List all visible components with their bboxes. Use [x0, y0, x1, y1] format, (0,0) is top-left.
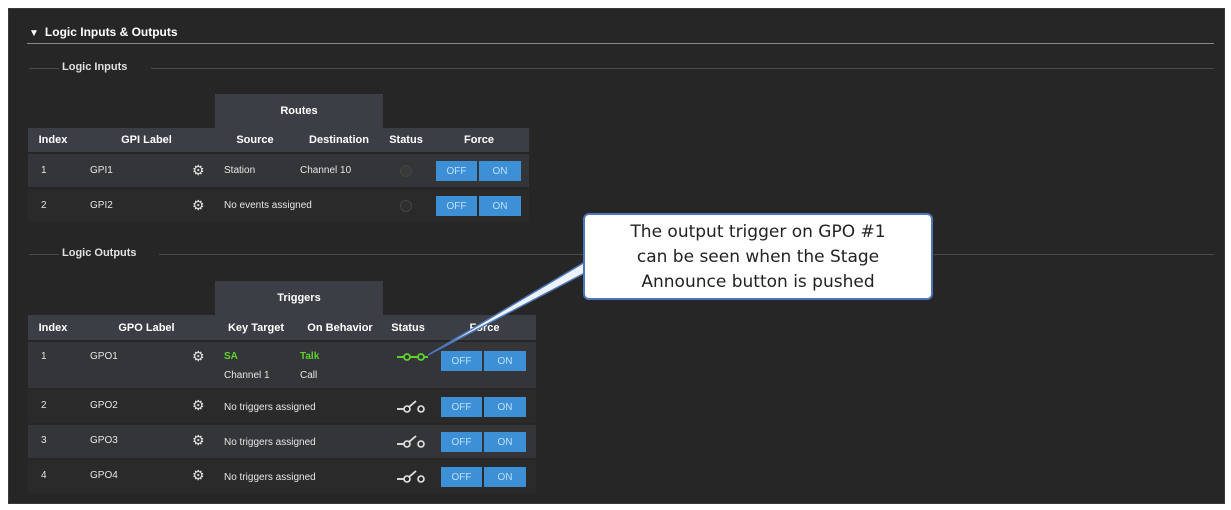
key-target: No triggers assigned: [224, 437, 316, 448]
index-header: Index: [28, 128, 78, 152]
gpi-label: GPI1: [90, 165, 113, 176]
status-led-icon: [400, 200, 412, 212]
force-off-button[interactable]: OFF: [441, 351, 482, 371]
gear-icon[interactable]: ⚙: [192, 163, 205, 177]
callout-line: The output trigger on GPO #1: [630, 222, 886, 242]
force-header: Force: [433, 315, 536, 340]
table-row: 4 GPO4 ⚙ No triggers assigned OFF ON: [28, 460, 536, 493]
status-header: Status: [383, 128, 429, 152]
section-title: Logic Inputs & Outputs: [44, 25, 178, 39]
index-header: Index: [28, 315, 78, 340]
key-target: SA: [224, 351, 238, 362]
table-row: 1 GPO1 ⚙ SA Talk Channel 1 Call OFF ON: [28, 342, 536, 388]
divider: [159, 254, 584, 255]
force-on-button[interactable]: ON: [479, 196, 521, 216]
section-header[interactable]: ▼ Logic Inputs & Outputs: [29, 22, 178, 42]
gear-icon[interactable]: ⚙: [192, 198, 205, 212]
row-index: 4: [41, 470, 47, 481]
key-target: No triggers assigned: [224, 402, 316, 413]
status-led-icon: [400, 165, 412, 177]
annotation-callout: The output trigger on GPO #1 can be seen…: [583, 213, 933, 300]
divider: [151, 68, 1214, 69]
divider: [29, 68, 59, 69]
gear-icon[interactable]: ⚙: [192, 349, 205, 363]
key-target: No triggers assigned: [224, 472, 316, 483]
callout-line: Announce button is pushed: [641, 272, 875, 292]
routes-group-header: Routes: [215, 94, 383, 128]
source-header: Source: [215, 128, 295, 152]
force-off-button[interactable]: OFF: [436, 161, 477, 181]
on-behavior: Call: [300, 370, 318, 381]
force-header: Force: [429, 128, 529, 152]
status-header: Status: [383, 315, 433, 340]
force-off-button[interactable]: OFF: [436, 196, 477, 216]
triggers-group-header: Triggers: [215, 281, 383, 315]
logic-inputs-title: Logic Inputs: [62, 61, 128, 73]
force-off-button[interactable]: OFF: [441, 467, 482, 487]
force-on-button[interactable]: ON: [484, 397, 526, 417]
table-row: 1 GPI1 ⚙ Station Channel 10 OFF ON: [28, 154, 529, 187]
chevron-down-icon[interactable]: ▼: [29, 24, 39, 44]
gpo-label: GPO4: [90, 470, 118, 481]
switch-closed-icon: [397, 353, 428, 361]
route-destination: Channel 10: [300, 165, 352, 176]
gpo-label: GPO2: [90, 400, 118, 411]
row-index: 2: [41, 400, 47, 411]
row-index: 1: [41, 165, 47, 176]
gear-icon[interactable]: ⚙: [192, 433, 205, 447]
table-row: 2 GPO2 ⚙ No triggers assigned OFF ON: [28, 390, 536, 423]
route-source: Station: [224, 165, 256, 176]
force-off-button[interactable]: OFF: [441, 432, 482, 452]
force-on-button[interactable]: ON: [484, 351, 526, 371]
table-row: 3 GPO3 ⚙ No triggers assigned OFF ON: [28, 425, 536, 458]
divider: [29, 254, 59, 255]
force-off-button[interactable]: OFF: [441, 397, 482, 417]
key-target-header: Key Target: [215, 315, 297, 340]
force-on-button[interactable]: ON: [484, 432, 526, 452]
gpo-label-header: GPO Label: [78, 315, 215, 340]
row-index: 3: [41, 435, 47, 446]
row-index: 1: [41, 351, 47, 362]
switch-open-icon: [397, 435, 425, 448]
on-behavior-header: On Behavior: [297, 315, 383, 340]
row-index: 2: [41, 200, 47, 211]
force-on-button[interactable]: ON: [484, 467, 526, 487]
destination-header: Destination: [295, 128, 383, 152]
key-target: Channel 1: [224, 370, 270, 381]
force-on-button[interactable]: ON: [479, 161, 521, 181]
logic-outputs-title: Logic Outputs: [62, 247, 137, 259]
gpo-label: GPO3: [90, 435, 118, 446]
switch-open-icon: [397, 470, 425, 483]
table-row: 2 GPI2 ⚙ No events assigned OFF ON: [28, 189, 529, 222]
gpo-label: GPO1: [90, 351, 118, 362]
callout-line: can be seen when the Stage: [636, 247, 880, 267]
section-divider: [27, 43, 1214, 44]
divider: [934, 254, 1214, 255]
gear-icon[interactable]: ⚙: [192, 398, 205, 412]
gpi-label-header: GPI Label: [78, 128, 215, 152]
on-behavior: Talk: [300, 351, 320, 362]
gear-icon[interactable]: ⚙: [192, 468, 205, 482]
route-source: No events assigned: [224, 200, 312, 211]
switch-open-icon: [397, 400, 425, 413]
gpi-label: GPI2: [90, 200, 113, 211]
